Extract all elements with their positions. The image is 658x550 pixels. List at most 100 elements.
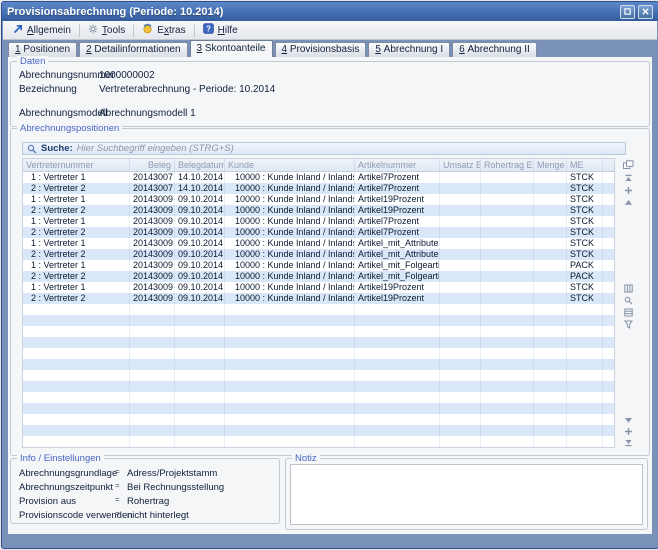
cell	[481, 216, 534, 227]
column-header-menge[interactable]: Menge	[534, 159, 567, 171]
cell: 09.10.2014 /Do	[175, 227, 225, 238]
daten-group-label: Daten	[17, 56, 48, 67]
cell	[534, 359, 567, 370]
tab-provisionsbasis[interactable]: 4 Provisionsbasis	[275, 42, 367, 57]
column-header-belegdatum[interactable]: Belegdatum	[175, 159, 225, 171]
table-row[interactable]: 2 : Vertreter 22014300714.10.2014 /Di100…	[23, 183, 614, 194]
add-top-button[interactable]	[622, 185, 634, 196]
cell	[130, 304, 175, 315]
positions-table[interactable]: VertreternummerBelegBelegdatumKundeArtik…	[22, 158, 615, 448]
toolbar-button-hilfe[interactable]: ?Hilfe	[197, 22, 244, 38]
cell	[534, 216, 567, 227]
cell	[440, 282, 481, 293]
kunde-number: 10000	[228, 238, 260, 249]
cell	[23, 326, 130, 337]
column-header-beleg[interactable]: Beleg	[130, 159, 175, 171]
cell	[225, 315, 355, 326]
search-table-button[interactable]	[622, 295, 634, 306]
cell	[481, 293, 534, 304]
cell	[567, 370, 603, 381]
info-label: Provisionscode verwenden	[19, 510, 115, 521]
cell: 2 : Vertreter 2	[23, 205, 130, 216]
cell: 2 : Vertreter 2	[23, 249, 130, 260]
list-view-button[interactable]	[622, 307, 634, 318]
tab-positionen[interactable]: 1 Positionen	[8, 42, 77, 57]
table-row[interactable]: 1 : Vertreter 12014300909.10.2014 /Do100…	[23, 260, 614, 271]
cell	[440, 216, 481, 227]
restore-button[interactable]	[620, 5, 635, 19]
tab-strip: 1 Positionen2 Detailinformationen3 Skont…	[3, 40, 657, 57]
vertreter-number: 2	[26, 183, 36, 194]
table-empty-row	[23, 392, 614, 403]
table-row[interactable]: 1 : Vertreter 12014300909.10.2014 /Do100…	[23, 194, 614, 205]
tab-abrechnung-i[interactable]: 5 Abrechnung I	[368, 42, 450, 57]
table-row[interactable]: 2 : Vertreter 22014300909.10.2014 /Do100…	[23, 249, 614, 260]
cell	[534, 293, 567, 304]
tab-abrechnung-ii[interactable]: 6 Abrechnung II	[452, 42, 537, 57]
column-header-umsatz-eur[interactable]: Umsatz EUR	[440, 159, 481, 171]
column-options-button[interactable]	[622, 283, 634, 294]
column-header-rohertrag-eur[interactable]: Rohertrag EUR	[481, 159, 534, 171]
table-empty-row	[23, 304, 614, 315]
cell	[603, 172, 614, 183]
jump-first-button[interactable]	[622, 173, 634, 184]
table-empty-row	[23, 315, 614, 326]
notiz-textarea[interactable]	[290, 464, 643, 525]
close-button[interactable]	[638, 5, 653, 19]
cell	[567, 337, 603, 348]
cell	[534, 414, 567, 425]
cell	[603, 227, 614, 238]
info-row: Abrechnungszeitpunkt=Bei Rechnungsstellu…	[11, 482, 279, 494]
table-row[interactable]: 1 : Vertreter 12014300909.10.2014 /Do100…	[23, 238, 614, 249]
cell	[440, 194, 481, 205]
table-empty-row	[23, 326, 614, 337]
cell	[603, 337, 614, 348]
column-header-me[interactable]: ME	[567, 159, 603, 171]
cell	[481, 326, 534, 337]
info-value: Bei Rechnungsstellung	[127, 482, 224, 493]
info-label: Abrechnungsgrundlage	[19, 468, 115, 479]
table-row[interactable]: 2 : Vertreter 22014300909.10.2014 /Do100…	[23, 227, 614, 238]
cell	[534, 381, 567, 392]
cell	[603, 436, 614, 447]
cell	[534, 249, 567, 260]
toolbar-button-allgemein[interactable]: Allgemein	[7, 23, 77, 38]
cell	[175, 370, 225, 381]
toolbar-button-tools[interactable]: Tools	[82, 23, 131, 38]
cell	[481, 436, 534, 447]
table-row[interactable]: 2 : Vertreter 22014300909.10.2014 /Do100…	[23, 205, 614, 216]
cell	[603, 392, 614, 403]
column-chooser-button[interactable]	[622, 159, 634, 170]
table-row[interactable]: 2 : Vertreter 22014300909.10.2014 /Do100…	[23, 293, 614, 304]
table-row[interactable]: 1 : Vertreter 12014300909.10.2014 /Do100…	[23, 282, 614, 293]
restore-icon	[624, 8, 631, 15]
column-header-kunde[interactable]: Kunde	[225, 159, 355, 171]
cell	[440, 304, 481, 315]
filter-button[interactable]	[622, 319, 634, 330]
toolbar-button-extras[interactable]: Extras	[136, 22, 191, 38]
cell	[440, 315, 481, 326]
table-row[interactable]: 1 : Vertreter 12014300909.10.2014 /Do100…	[23, 216, 614, 227]
info-value: nicht hinterlegt	[127, 510, 189, 521]
cell	[481, 172, 534, 183]
cell	[481, 249, 534, 260]
cell	[481, 370, 534, 381]
daten-field-row: AbrechnungsmodellAbrechnungsmodell 1	[11, 108, 649, 120]
table-row[interactable]: 1 : Vertreter 12014300714.10.2014 /Di100…	[23, 172, 614, 183]
column-header-actions[interactable]	[603, 159, 614, 171]
scroll-down-button[interactable]	[622, 415, 634, 426]
tab-detailinformationen[interactable]: 2 Detailinformationen	[79, 42, 188, 57]
column-header-artikelnummer[interactable]: Artikelnummer	[355, 159, 440, 171]
table-empty-row	[23, 370, 614, 381]
column-header-vertreternummer[interactable]: Vertreternummer	[23, 159, 130, 171]
cell	[130, 337, 175, 348]
add-bottom-button[interactable]	[622, 426, 634, 437]
search-input[interactable]	[77, 143, 621, 154]
table-row[interactable]: 2 : Vertreter 22014300909.10.2014 /Do100…	[23, 271, 614, 282]
jump-last-button[interactable]	[622, 437, 634, 448]
cell	[603, 359, 614, 370]
scroll-up-button[interactable]	[622, 197, 634, 208]
cell	[440, 326, 481, 337]
cell	[603, 425, 614, 436]
tab-skontoanteile[interactable]: 3 Skontoanteile	[190, 40, 273, 57]
